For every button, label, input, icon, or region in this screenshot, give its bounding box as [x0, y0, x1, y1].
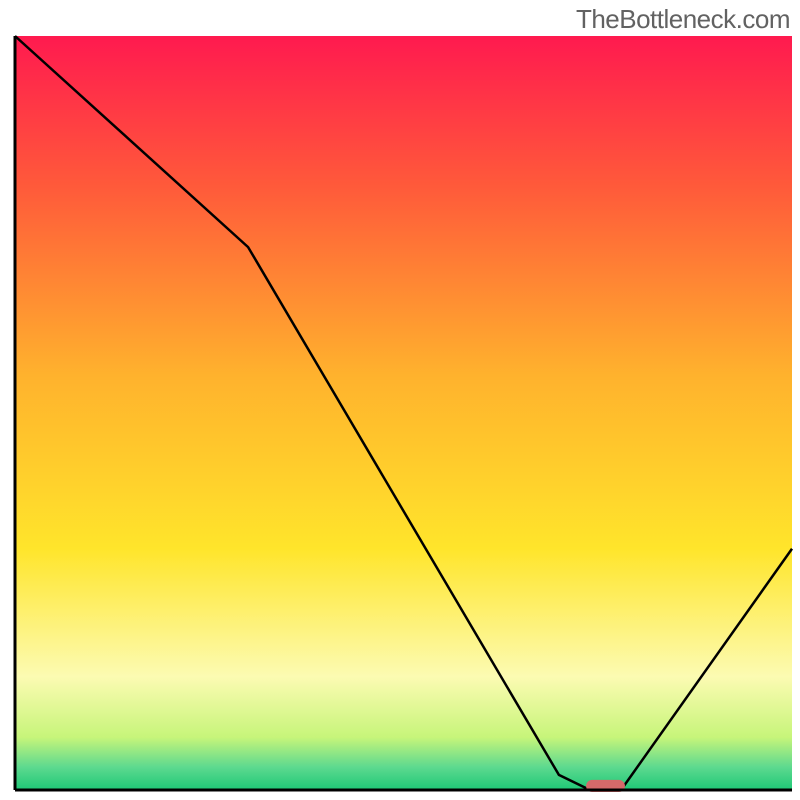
bottleneck-plot: [0, 0, 800, 800]
chart-container: TheBottleneck.com: [0, 0, 800, 800]
watermark-text: TheBottleneck.com: [576, 4, 790, 35]
plot-background: [15, 36, 792, 790]
